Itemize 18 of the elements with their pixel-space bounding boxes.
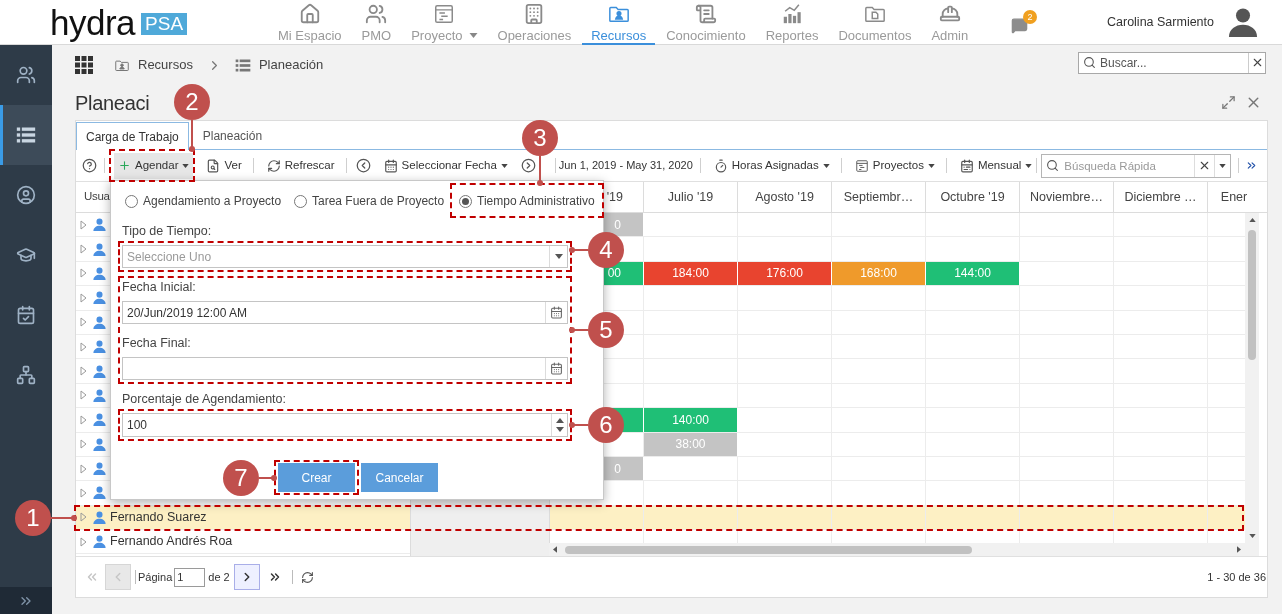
hours-cell: 176:00: [738, 261, 832, 286]
page-title: Planeaci: [75, 90, 150, 116]
date-range-text: Jun 1, 2019 - May 31, 2020: [558, 158, 693, 174]
logo-text: hydra: [50, 4, 136, 40]
page-label: Página: [138, 569, 173, 585]
hours-cell: 38:00: [644, 432, 738, 456]
field-label: Fecha Final:: [122, 336, 192, 350]
notification-badge: 2: [1023, 10, 1037, 24]
hours-cell: 168:00: [832, 261, 926, 286]
hours-cell: 184:00: [644, 261, 738, 286]
field-label: Tipo de Tiempo:: [122, 224, 213, 238]
logo-badge: PSA: [141, 12, 188, 35]
field-label: Porcentaje de Agendamiento:: [122, 392, 287, 406]
hours-cell: 140:00: [644, 408, 738, 432]
record-count: 1 - 30 de 36: [1207, 569, 1266, 585]
field-label: Fecha Inicial:: [122, 280, 197, 294]
hours-cell: 144:00: [926, 261, 1020, 286]
page-count: de 2: [208, 569, 230, 585]
